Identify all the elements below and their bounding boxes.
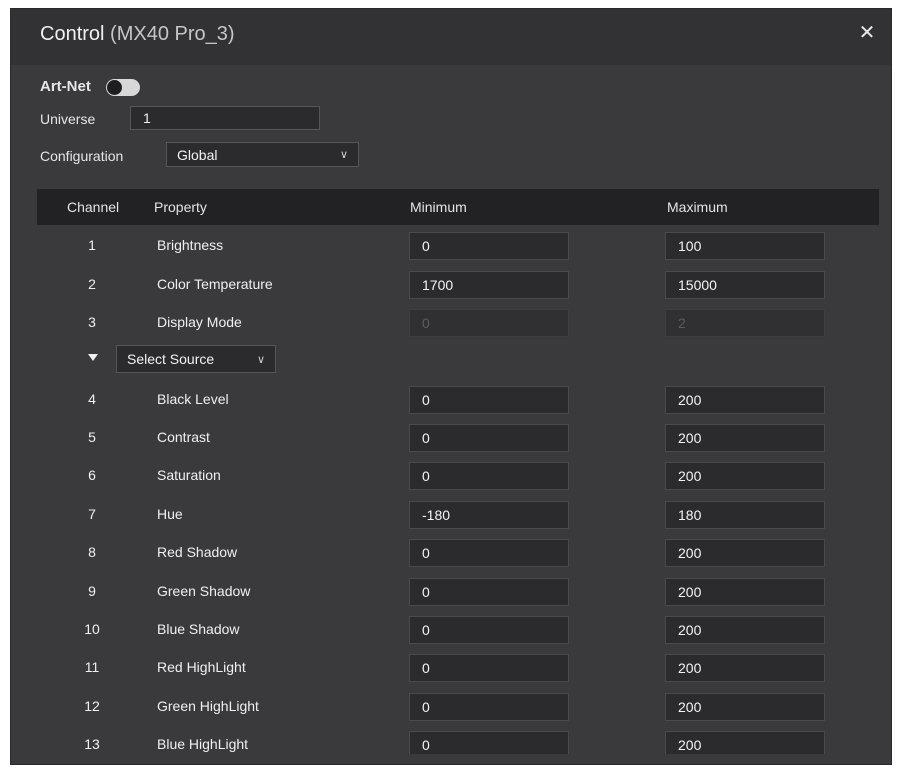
- minimum-input[interactable]: 0: [409, 386, 569, 414]
- minimum-input[interactable]: 0: [409, 731, 569, 754]
- row-channel: 6: [88, 467, 96, 483]
- row-channel: 5: [88, 429, 96, 445]
- minimum-input[interactable]: 0: [409, 654, 569, 682]
- maximum-input[interactable]: 200: [665, 424, 825, 452]
- minimum-input[interactable]: -180: [409, 501, 569, 529]
- row-property: Red Shadow: [157, 544, 238, 560]
- table-row: 7 Hue -180 180: [37, 496, 879, 534]
- universe-label: Universe: [40, 111, 96, 127]
- row-property: Green Shadow: [157, 583, 251, 599]
- table-row: 10 Blue Shadow 0 200: [37, 611, 879, 649]
- row-channel: 1: [88, 237, 96, 253]
- header-property: Property: [154, 199, 207, 215]
- dialog-title-text: Control: [40, 23, 105, 45]
- row-channel: 10: [84, 621, 100, 637]
- maximum-input[interactable]: 200: [665, 578, 825, 606]
- maximum-input[interactable]: 180: [665, 501, 825, 529]
- header-minimum: Minimum: [410, 199, 467, 215]
- table-row: 3 Display Mode 0 2: [37, 304, 879, 342]
- collapse-triangle-icon[interactable]: [88, 354, 98, 361]
- close-icon[interactable]: ✕: [855, 21, 879, 45]
- row-channel: 11: [84, 659, 100, 675]
- artnet-label: Art-Net: [40, 78, 91, 95]
- minimum-input[interactable]: 0: [409, 616, 569, 644]
- minimum-input[interactable]: 0: [409, 424, 569, 452]
- row-property: Display Mode: [157, 314, 242, 330]
- configuration-value: Global: [177, 146, 218, 163]
- row-channel: 3: [88, 314, 96, 330]
- minimum-input[interactable]: 0: [409, 539, 569, 567]
- row-channel: 4: [88, 391, 96, 407]
- maximum-input: 2: [665, 309, 825, 337]
- table-row: 13 Blue HighLight 0 200: [37, 726, 879, 754]
- maximum-input[interactable]: 200: [665, 654, 825, 682]
- title-bar: Control (MX40 Pro_3) ✕: [11, 9, 891, 65]
- source-row: Select Source ∨: [37, 342, 879, 380]
- table-row: 12 Green HighLight 0 200: [37, 688, 879, 726]
- source-select[interactable]: Select Source ∨: [116, 345, 276, 373]
- row-property: Contrast: [157, 429, 210, 445]
- row-property: Saturation: [157, 467, 221, 483]
- maximum-input[interactable]: 200: [665, 616, 825, 644]
- row-channel: 2: [88, 276, 96, 292]
- maximum-input[interactable]: 200: [665, 386, 825, 414]
- control-dialog: Control (MX40 Pro_3) ✕ Art-Net Universe …: [10, 8, 892, 765]
- table-row: 1 Brightness 0 100: [37, 227, 879, 265]
- dialog-title: Control (MX40 Pro_3): [40, 23, 235, 46]
- row-property: Brightness: [157, 237, 224, 253]
- minimum-input[interactable]: 0: [409, 232, 569, 260]
- maximum-input[interactable]: 200: [665, 731, 825, 754]
- row-channel: 9: [88, 583, 96, 599]
- row-channel: 8: [88, 544, 96, 560]
- minimum-input[interactable]: 0: [409, 693, 569, 721]
- table-row: 4 Black Level 0 200: [37, 381, 879, 419]
- row-property: Blue HighLight: [157, 736, 249, 752]
- table-row: 6 Saturation 0 200: [37, 457, 879, 495]
- table-row: 9 Green Shadow 0 200: [37, 573, 879, 611]
- row-property: Color Temperature: [157, 276, 273, 292]
- source-select-label: Select Source: [127, 351, 215, 367]
- table-row: 5 Contrast 0 200: [37, 419, 879, 457]
- channel-table: Channel Property Minimum Maximum 1 Brigh…: [37, 189, 879, 754]
- row-property: Green HighLight: [157, 698, 259, 714]
- maximum-input[interactable]: 15000: [665, 271, 825, 299]
- artnet-toggle[interactable]: [106, 79, 140, 96]
- minimum-input[interactable]: 0: [409, 578, 569, 606]
- row-channel: 13: [84, 736, 100, 752]
- configuration-select[interactable]: Global ∨: [166, 142, 359, 167]
- row-property: Red HighLight: [157, 659, 246, 675]
- row-channel: 7: [88, 506, 96, 522]
- universe-input[interactable]: 1: [130, 106, 320, 130]
- maximum-input[interactable]: 200: [665, 539, 825, 567]
- table-row: 8 Red Shadow 0 200: [37, 534, 879, 572]
- maximum-input[interactable]: 200: [665, 693, 825, 721]
- table-row: 2 Color Temperature 1700 15000: [37, 266, 879, 304]
- table-row: 11 Red HighLight 0 200: [37, 649, 879, 687]
- row-property: Blue Shadow: [157, 621, 240, 637]
- toggle-knob: [107, 80, 122, 95]
- minimum-input[interactable]: 0: [409, 462, 569, 490]
- chevron-down-icon: ∨: [256, 353, 265, 366]
- device-name: (MX40 Pro_3): [110, 23, 235, 45]
- maximum-input[interactable]: 100: [665, 232, 825, 260]
- header-channel: Channel: [67, 199, 120, 215]
- row-property: Black Level: [157, 391, 229, 407]
- minimum-input[interactable]: 1700: [409, 271, 569, 299]
- row-channel: 12: [84, 698, 100, 714]
- maximum-input[interactable]: 200: [665, 462, 825, 490]
- configuration-label: Configuration: [40, 148, 124, 164]
- chevron-down-icon: ∨: [339, 149, 348, 161]
- header-maximum: Maximum: [667, 199, 728, 215]
- minimum-input: 0: [409, 309, 569, 337]
- table-header: Channel Property Minimum Maximum: [37, 189, 879, 225]
- row-property: Hue: [157, 506, 183, 522]
